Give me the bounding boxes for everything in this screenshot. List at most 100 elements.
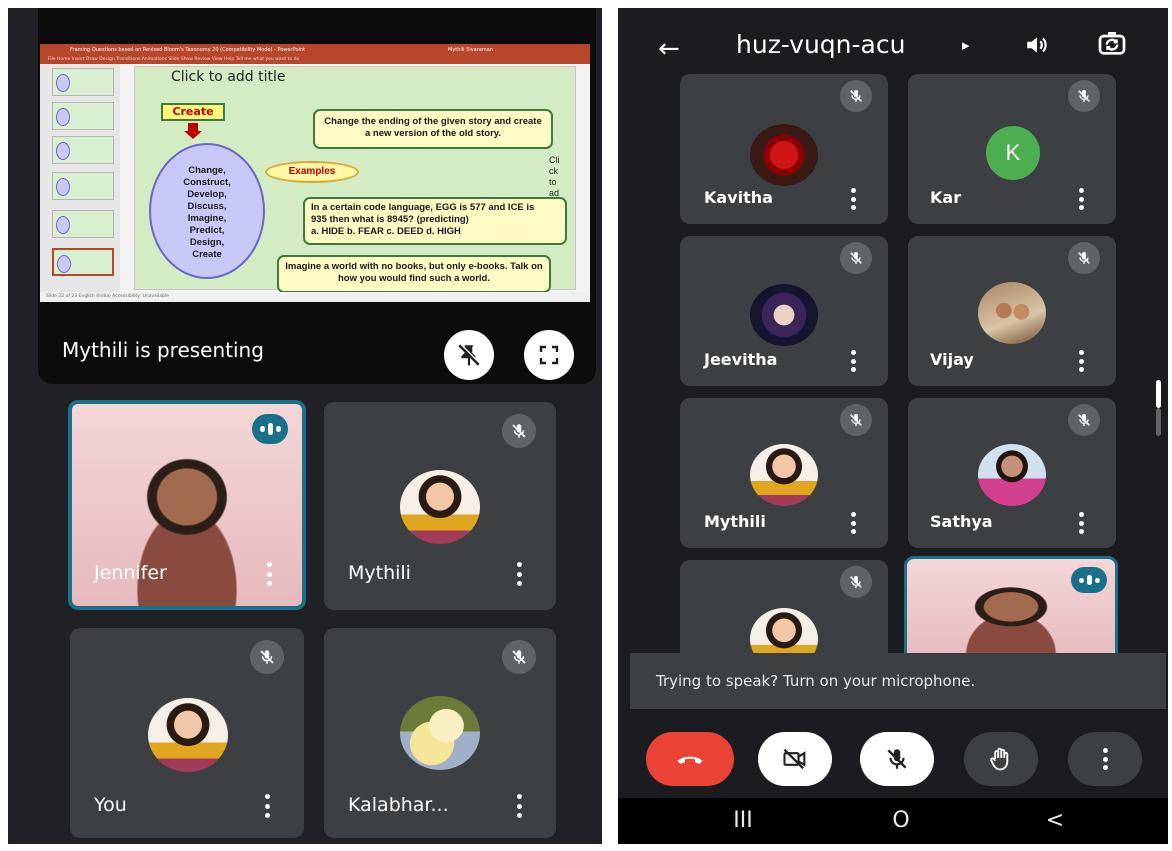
mic-off-icon <box>887 749 907 769</box>
participant-tile-vijay[interactable]: Vijay <box>908 236 1116 386</box>
more-options-icon[interactable] <box>848 512 858 534</box>
verb: Create <box>192 249 222 260</box>
fullscreen-button[interactable] <box>524 330 574 380</box>
slide-thumbnail <box>52 102 114 130</box>
verb: Discuss, <box>187 201 227 212</box>
participant-tile-you[interactable]: You <box>70 628 304 838</box>
avatar <box>750 284 818 346</box>
example-box-code: In a certain code language, EGG is 577 a… <box>303 197 567 245</box>
box-line: In a certain code language, EGG is 577 a… <box>311 202 535 213</box>
down-arrow-shape <box>184 123 202 139</box>
back-button[interactable]: < <box>1030 798 1080 844</box>
mic-off-icon <box>250 640 284 674</box>
participant-tile-kar[interactable]: K Kar <box>908 74 1116 224</box>
more-options-icon[interactable] <box>514 794 524 818</box>
ppt-title: Framing Questions based on Revised Bloom… <box>70 47 306 53</box>
participant-name: Sathya <box>930 512 993 531</box>
participant-tile-kavitha[interactable]: Kavitha <box>680 74 888 224</box>
more-options-icon[interactable] <box>1076 350 1086 372</box>
mic-off-icon <box>840 404 872 436</box>
more-options-icon[interactable] <box>1076 512 1086 534</box>
more-options-icon[interactable] <box>264 562 274 586</box>
example-box-ebooks: Imagine a world with no books, but only … <box>277 255 551 293</box>
end-call-icon <box>677 756 703 764</box>
avatar <box>750 444 818 506</box>
mic-off-icon <box>1068 404 1100 436</box>
left-meet-screen: Framing Questions based on Revised Bloom… <box>8 8 602 844</box>
ppt-user: Mythili Sivaraman <box>448 47 493 53</box>
raise-hand-icon <box>990 747 1009 771</box>
speaking-indicator-icon <box>252 414 288 444</box>
verb: Construct, <box>183 177 231 188</box>
avatar <box>978 282 1046 344</box>
participant-tile-self-video[interactable] <box>904 556 1118 666</box>
participant-name: Kalabhar... <box>348 794 449 816</box>
mic-off-icon <box>840 566 872 598</box>
end-call-button[interactable] <box>646 732 734 786</box>
verb: Predict, <box>189 225 225 236</box>
slide-thumbnails <box>40 64 120 292</box>
participant-name: You <box>94 794 127 816</box>
side-text-placeholder: Cli ck to ad <box>549 155 560 198</box>
participant-tile-kalabhar[interactable]: Kalabhar... <box>324 628 556 838</box>
mic-toggle-button[interactable] <box>860 732 934 786</box>
more-options-icon <box>1100 748 1110 770</box>
verb: Develop, <box>187 189 227 200</box>
fullscreen-icon <box>539 345 559 365</box>
scrollbar-track[interactable] <box>1156 408 1161 436</box>
box-line: 935 then what is 8945? (predicting) <box>311 214 469 225</box>
slide-thumbnail <box>52 210 114 238</box>
mic-off-icon <box>1068 80 1100 112</box>
home-button[interactable]: O <box>876 798 926 844</box>
participant-tile-jeevitha[interactable]: Jeevitha <box>680 236 888 386</box>
participant-name: Mythili <box>704 512 766 531</box>
speaking-indicator-icon <box>1071 567 1107 593</box>
participant-name: Jeevitha <box>704 350 778 369</box>
avatar-initial: K <box>986 126 1040 180</box>
unpin-icon <box>458 343 481 366</box>
participant-tile-sathya[interactable]: Sathya <box>908 398 1116 548</box>
mic-off-icon <box>840 242 872 274</box>
mic-off-icon <box>1068 242 1100 274</box>
more-options-icon[interactable] <box>848 188 858 210</box>
participant-name: Mythili <box>348 562 411 584</box>
slide-thumbnail <box>52 172 114 200</box>
participant-tile-jennifer[interactable]: Jennifer <box>68 400 306 610</box>
avatar <box>400 696 480 770</box>
switch-camera-icon[interactable] <box>1096 28 1128 60</box>
unpin-button[interactable] <box>444 330 494 380</box>
mic-off-icon <box>840 80 872 112</box>
recents-button[interactable]: III <box>718 798 768 844</box>
ppt-ribbon: File Home Insert Draw Design Transitions… <box>40 56 590 64</box>
verb: Change, <box>188 165 226 176</box>
back-arrow-icon[interactable]: ← <box>658 34 680 64</box>
avatar <box>750 124 818 186</box>
participant-name: Vijay <box>930 350 974 369</box>
avatar <box>978 444 1046 506</box>
more-options-button[interactable] <box>1068 732 1142 786</box>
participant-name: Kavitha <box>704 188 773 207</box>
participant-tile-mythili[interactable]: Mythili <box>324 402 556 610</box>
mic-hint-toast: Trying to speak? Turn on your microphone… <box>630 653 1166 709</box>
ppt-status-bar: Slide 22 of 23 English (India) Accessibi… <box>40 292 590 302</box>
verbs-ellipse: Change, Construct, Develop, Discuss, Ima… <box>149 143 265 279</box>
slide-thumbnail-active <box>52 248 114 276</box>
create-label: Create <box>161 103 225 121</box>
participant-tile-mythili[interactable]: Mythili <box>680 398 888 548</box>
slide-title-placeholder: Click to add title <box>171 69 286 85</box>
raise-hand-button[interactable] <box>964 732 1038 786</box>
camera-toggle-button[interactable] <box>758 732 832 786</box>
box-line: a. HIDE b. FEAR c. DEED d. HIGH <box>311 226 461 237</box>
more-options-icon[interactable] <box>262 794 272 818</box>
camera-off-icon <box>783 748 806 770</box>
speaker-icon[interactable] <box>1024 32 1050 58</box>
meeting-info-caret-icon[interactable]: ▸ <box>962 36 970 54</box>
more-options-icon[interactable] <box>514 562 524 586</box>
meeting-code[interactable]: huz-vuqn-acu <box>736 30 905 59</box>
scrollbar-thumb[interactable] <box>1156 380 1161 408</box>
participant-name: Jennifer <box>94 562 167 584</box>
more-options-icon[interactable] <box>1076 188 1086 210</box>
ppt-title-bar: Framing Questions based on Revised Bloom… <box>40 44 590 56</box>
presentation-view[interactable]: Framing Questions based on Revised Bloom… <box>38 8 596 384</box>
more-options-icon[interactable] <box>848 350 858 372</box>
